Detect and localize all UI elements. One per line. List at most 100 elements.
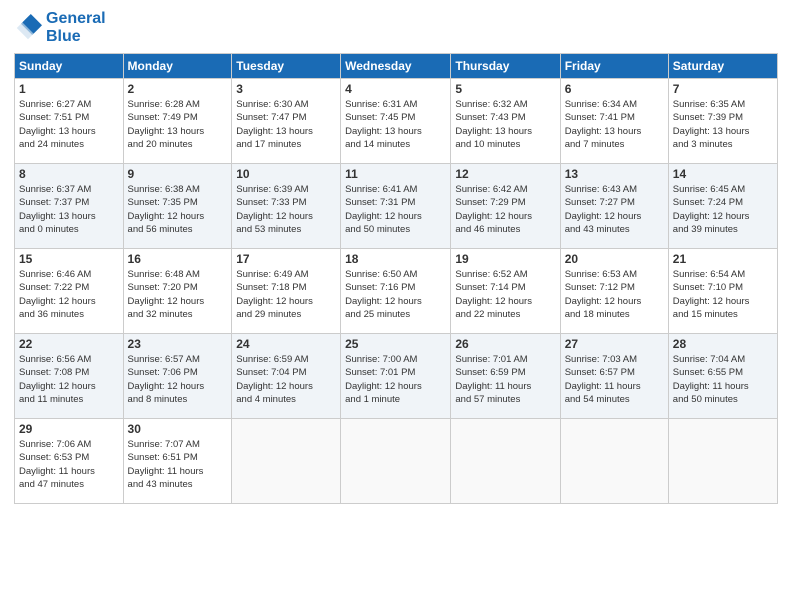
- day-number: 18: [345, 252, 446, 266]
- day-number: 15: [19, 252, 119, 266]
- calendar-cell: 21 Sunrise: 6:54 AMSunset: 7:10 PMDaylig…: [668, 249, 777, 334]
- day-number: 25: [345, 337, 446, 351]
- day-number: 5: [455, 82, 555, 96]
- day-number: 4: [345, 82, 446, 96]
- calendar-cell: 22 Sunrise: 6:56 AMSunset: 7:08 PMDaylig…: [15, 334, 124, 419]
- calendar-cell: [560, 419, 668, 504]
- day-number: 9: [128, 167, 228, 181]
- calendar-cell: 30 Sunrise: 7:07 AMSunset: 6:51 PMDaylig…: [123, 419, 232, 504]
- day-number: 1: [19, 82, 119, 96]
- calendar-cell: [232, 419, 341, 504]
- day-info: Sunrise: 6:39 AMSunset: 7:33 PMDaylight:…: [236, 183, 336, 236]
- day-number: 13: [565, 167, 664, 181]
- day-info: Sunrise: 6:38 AMSunset: 7:35 PMDaylight:…: [128, 183, 228, 236]
- weekday-header: Monday: [123, 54, 232, 79]
- calendar-cell: 16 Sunrise: 6:48 AMSunset: 7:20 PMDaylig…: [123, 249, 232, 334]
- day-info: Sunrise: 7:07 AMSunset: 6:51 PMDaylight:…: [128, 438, 228, 491]
- calendar-cell: 24 Sunrise: 6:59 AMSunset: 7:04 PMDaylig…: [232, 334, 341, 419]
- calendar-cell: 19 Sunrise: 6:52 AMSunset: 7:14 PMDaylig…: [451, 249, 560, 334]
- day-number: 29: [19, 422, 119, 436]
- day-info: Sunrise: 6:42 AMSunset: 7:29 PMDaylight:…: [455, 183, 555, 236]
- day-info: Sunrise: 6:30 AMSunset: 7:47 PMDaylight:…: [236, 98, 336, 151]
- day-number: 20: [565, 252, 664, 266]
- calendar-cell: 4 Sunrise: 6:31 AMSunset: 7:45 PMDayligh…: [341, 79, 451, 164]
- day-info: Sunrise: 6:53 AMSunset: 7:12 PMDaylight:…: [565, 268, 664, 321]
- day-info: Sunrise: 6:41 AMSunset: 7:31 PMDaylight:…: [345, 183, 446, 236]
- day-number: 6: [565, 82, 664, 96]
- day-number: 11: [345, 167, 446, 181]
- day-info: Sunrise: 6:57 AMSunset: 7:06 PMDaylight:…: [128, 353, 228, 406]
- day-info: Sunrise: 7:06 AMSunset: 6:53 PMDaylight:…: [19, 438, 119, 491]
- calendar-cell: 7 Sunrise: 6:35 AMSunset: 7:39 PMDayligh…: [668, 79, 777, 164]
- calendar-cell: 17 Sunrise: 6:49 AMSunset: 7:18 PMDaylig…: [232, 249, 341, 334]
- day-info: Sunrise: 6:28 AMSunset: 7:49 PMDaylight:…: [128, 98, 228, 151]
- calendar-cell: 5 Sunrise: 6:32 AMSunset: 7:43 PMDayligh…: [451, 79, 560, 164]
- calendar-cell: 26 Sunrise: 7:01 AMSunset: 6:59 PMDaylig…: [451, 334, 560, 419]
- day-info: Sunrise: 6:48 AMSunset: 7:20 PMDaylight:…: [128, 268, 228, 321]
- day-number: 8: [19, 167, 119, 181]
- day-number: 21: [673, 252, 773, 266]
- day-number: 12: [455, 167, 555, 181]
- day-number: 16: [128, 252, 228, 266]
- weekday-header: Tuesday: [232, 54, 341, 79]
- weekday-header: Saturday: [668, 54, 777, 79]
- calendar-cell: 28 Sunrise: 7:04 AMSunset: 6:55 PMDaylig…: [668, 334, 777, 419]
- calendar-cell: [451, 419, 560, 504]
- day-info: Sunrise: 7:03 AMSunset: 6:57 PMDaylight:…: [565, 353, 664, 406]
- logo-icon: [14, 14, 42, 42]
- calendar-cell: 1 Sunrise: 6:27 AMSunset: 7:51 PMDayligh…: [15, 79, 124, 164]
- day-info: Sunrise: 6:46 AMSunset: 7:22 PMDaylight:…: [19, 268, 119, 321]
- calendar-cell: 12 Sunrise: 6:42 AMSunset: 7:29 PMDaylig…: [451, 164, 560, 249]
- day-number: 7: [673, 82, 773, 96]
- day-info: Sunrise: 7:01 AMSunset: 6:59 PMDaylight:…: [455, 353, 555, 406]
- weekday-header: Wednesday: [341, 54, 451, 79]
- day-info: Sunrise: 6:50 AMSunset: 7:16 PMDaylight:…: [345, 268, 446, 321]
- day-info: Sunrise: 6:27 AMSunset: 7:51 PMDaylight:…: [19, 98, 119, 151]
- day-info: Sunrise: 6:52 AMSunset: 7:14 PMDaylight:…: [455, 268, 555, 321]
- day-number: 10: [236, 167, 336, 181]
- day-number: 17: [236, 252, 336, 266]
- calendar-cell: 3 Sunrise: 6:30 AMSunset: 7:47 PMDayligh…: [232, 79, 341, 164]
- calendar-header: SundayMondayTuesdayWednesdayThursdayFrid…: [15, 54, 778, 79]
- calendar-body: 1 Sunrise: 6:27 AMSunset: 7:51 PMDayligh…: [15, 79, 778, 504]
- day-info: Sunrise: 6:45 AMSunset: 7:24 PMDaylight:…: [673, 183, 773, 236]
- day-info: Sunrise: 6:49 AMSunset: 7:18 PMDaylight:…: [236, 268, 336, 321]
- day-info: Sunrise: 6:31 AMSunset: 7:45 PMDaylight:…: [345, 98, 446, 151]
- calendar-cell: 15 Sunrise: 6:46 AMSunset: 7:22 PMDaylig…: [15, 249, 124, 334]
- day-info: Sunrise: 6:54 AMSunset: 7:10 PMDaylight:…: [673, 268, 773, 321]
- calendar-cell: 2 Sunrise: 6:28 AMSunset: 7:49 PMDayligh…: [123, 79, 232, 164]
- calendar-cell: 29 Sunrise: 7:06 AMSunset: 6:53 PMDaylig…: [15, 419, 124, 504]
- calendar-cell: 9 Sunrise: 6:38 AMSunset: 7:35 PMDayligh…: [123, 164, 232, 249]
- day-number: 22: [19, 337, 119, 351]
- day-number: 23: [128, 337, 228, 351]
- calendar-cell: 25 Sunrise: 7:00 AMSunset: 7:01 PMDaylig…: [341, 334, 451, 419]
- calendar-cell: 11 Sunrise: 6:41 AMSunset: 7:31 PMDaylig…: [341, 164, 451, 249]
- day-info: Sunrise: 6:43 AMSunset: 7:27 PMDaylight:…: [565, 183, 664, 236]
- day-info: Sunrise: 6:56 AMSunset: 7:08 PMDaylight:…: [19, 353, 119, 406]
- day-info: Sunrise: 6:59 AMSunset: 7:04 PMDaylight:…: [236, 353, 336, 406]
- day-number: 28: [673, 337, 773, 351]
- calendar-cell: [341, 419, 451, 504]
- calendar-cell: 13 Sunrise: 6:43 AMSunset: 7:27 PMDaylig…: [560, 164, 668, 249]
- day-number: 30: [128, 422, 228, 436]
- day-number: 2: [128, 82, 228, 96]
- day-info: Sunrise: 6:34 AMSunset: 7:41 PMDaylight:…: [565, 98, 664, 151]
- logo-text: General Blue: [46, 10, 106, 45]
- day-info: Sunrise: 6:35 AMSunset: 7:39 PMDaylight:…: [673, 98, 773, 151]
- day-number: 3: [236, 82, 336, 96]
- calendar-cell: 14 Sunrise: 6:45 AMSunset: 7:24 PMDaylig…: [668, 164, 777, 249]
- day-info: Sunrise: 7:04 AMSunset: 6:55 PMDaylight:…: [673, 353, 773, 406]
- weekday-header: Thursday: [451, 54, 560, 79]
- weekday-header: Friday: [560, 54, 668, 79]
- day-number: 24: [236, 337, 336, 351]
- day-number: 19: [455, 252, 555, 266]
- calendar-cell: 23 Sunrise: 6:57 AMSunset: 7:06 PMDaylig…: [123, 334, 232, 419]
- day-info: Sunrise: 6:37 AMSunset: 7:37 PMDaylight:…: [19, 183, 119, 236]
- day-number: 27: [565, 337, 664, 351]
- day-info: Sunrise: 6:32 AMSunset: 7:43 PMDaylight:…: [455, 98, 555, 151]
- day-info: Sunrise: 7:00 AMSunset: 7:01 PMDaylight:…: [345, 353, 446, 406]
- page-header: General Blue: [14, 10, 778, 45]
- logo: General Blue: [14, 10, 106, 45]
- day-number: 14: [673, 167, 773, 181]
- calendar-cell: 27 Sunrise: 7:03 AMSunset: 6:57 PMDaylig…: [560, 334, 668, 419]
